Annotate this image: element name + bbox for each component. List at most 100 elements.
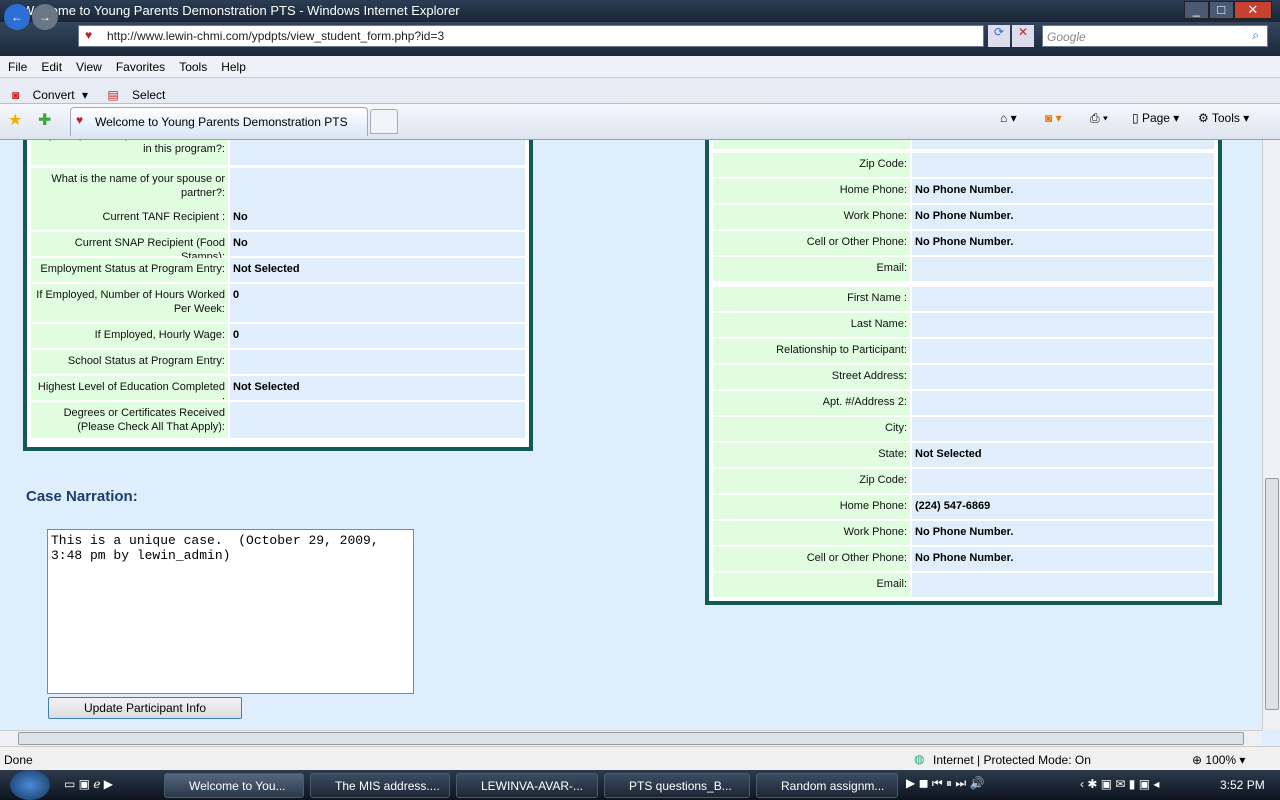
horizontal-scrollbar[interactable] <box>0 730 1262 746</box>
field-label: Last Name: <box>713 313 910 337</box>
field-label: What is the name of your spouse or partn… <box>31 168 228 206</box>
field-value: Not Selected <box>230 376 525 400</box>
search-input[interactable]: Google ⌕ <box>1042 25 1268 47</box>
field-label: Current TANF Recipient : <box>31 206 228 230</box>
field-value: 0 <box>230 284 525 322</box>
field-value: No <box>230 232 525 256</box>
field-value: Not Selected <box>912 443 1214 467</box>
tools-menu-button[interactable]: ⚙ Tools ▾ <box>1198 111 1249 125</box>
address-bar[interactable]: ♥ http://www.lewin-chmi.com/ypdpts/view_s… <box>78 25 984 47</box>
close-button[interactable]: ✕ <box>1233 1 1272 19</box>
tab-title: Welcome to Young Parents Demonstration P… <box>95 115 348 129</box>
field-value <box>912 469 1214 493</box>
field-label: Street Address: <box>713 365 910 389</box>
table-row: Zip Code: <box>713 153 1214 177</box>
menu-file[interactable]: File <box>0 56 33 74</box>
globe-icon: ◍ <box>914 752 925 766</box>
update-participant-info-button[interactable]: Update Participant Info <box>48 697 242 719</box>
table-row: Relationship to Participant: <box>713 339 1214 363</box>
add-favorite-icon[interactable]: ✚ <box>38 110 51 130</box>
vertical-scroll-thumb[interactable] <box>1265 478 1279 710</box>
vertical-scrollbar[interactable] <box>1262 140 1280 730</box>
menu-favorites[interactable]: Favorites <box>108 56 171 74</box>
field-value <box>912 287 1214 311</box>
table-row: Degrees or Certificates Received (Please… <box>31 402 525 438</box>
minimize-button[interactable]: _ <box>1184 1 1209 19</box>
home-button[interactable]: ⌂ ▾ <box>1000 111 1017 125</box>
title-bar: Welcome to Young Parents Demonstration P… <box>0 0 1280 22</box>
field-value <box>230 168 525 206</box>
field-label: Employment Status at Program Entry: <box>31 258 228 282</box>
search-placeholder: Google <box>1047 30 1086 44</box>
start-button[interactable] <box>10 770 50 800</box>
field-label: Cell or Other Phone: <box>713 547 910 571</box>
clock: 3:52 PM <box>1220 778 1265 792</box>
menu-bar: File Edit View Favorites Tools Help <box>0 56 1280 78</box>
forward-button[interactable]: → <box>32 4 58 30</box>
field-value: No <box>230 206 525 230</box>
field-value: Not Selected <box>230 258 525 282</box>
zoom-level[interactable]: ⊕ 100% ▾ <box>1192 753 1245 767</box>
url-text: http://www.lewin-chmi.com/ypdpts/view_st… <box>107 29 445 43</box>
contacts-table: State:Not SelectedZip Code:Home Phone:No… <box>705 140 1222 605</box>
taskbar-item-word1[interactable]: The MIS address.... <box>310 773 450 798</box>
new-tab-button[interactable] <box>370 109 398 134</box>
field-label: Degrees or Certificates Received (Please… <box>31 402 228 438</box>
taskbar-item-word3[interactable]: PTS questions_B... <box>604 773 750 798</box>
field-value <box>912 339 1214 363</box>
taskbar-item-folder[interactable]: Random assignm... <box>756 773 898 798</box>
table-row: Cell or Other Phone: No Phone Number. <box>713 231 1214 255</box>
system-tray-icons[interactable]: ‹ ✱ ▣ ✉ ▮ ▣ ◂ <box>1080 777 1159 791</box>
back-button[interactable]: ← <box>4 4 30 30</box>
menu-tools[interactable]: Tools <box>171 56 213 74</box>
field-label: Apt. #/Address 2: <box>713 391 910 415</box>
favicon-heart-icon: ♥ <box>85 28 93 42</box>
table-row: State:Not Selected <box>713 443 1214 467</box>
table-row: Email: <box>713 573 1214 597</box>
field-label: Home Phone: <box>713 495 910 519</box>
field-value <box>912 573 1214 597</box>
taskbar-item-word2[interactable]: LEWINVA-AVAR-... <box>456 773 598 798</box>
table-row: Current TANF Recipient : No <box>31 206 525 230</box>
media-player-controls[interactable]: ▶ ◼ ⏮ ⏸ ⏭ 🔊 <box>906 776 984 791</box>
horizontal-scroll-thumb[interactable] <box>18 732 1244 745</box>
field-label: Work Phone: <box>713 205 910 229</box>
taskbar-item-ie[interactable]: Welcome to You... <box>164 773 304 798</box>
menu-help[interactable]: Help <box>213 56 252 74</box>
select-button[interactable]: ▤ Select <box>95 78 173 102</box>
convert-button[interactable]: ◙ Convert ▾ <box>0 78 92 102</box>
taskbar: ▭ ▣ ℯ ▶ Welcome to You... The MIS addres… <box>0 770 1280 800</box>
command-bar: ◙ Convert ▾ ▤ Select <box>0 78 1280 104</box>
table-row: Work Phone: No Phone Number. <box>713 205 1214 229</box>
status-bar: Done ◍ Internet | Protected Mode: On ⊕ 1… <box>0 746 1280 770</box>
field-value <box>912 257 1214 281</box>
field-value: Yes <box>230 140 525 165</box>
field-label: City: <box>713 417 910 441</box>
tab-active[interactable]: ♥ Welcome to Young Parents Demonstration … <box>70 107 368 136</box>
page-menu-button[interactable]: ▯ Page ▾ <box>1132 111 1179 125</box>
field-value: No Phone Number. <box>912 521 1214 545</box>
refresh-button[interactable]: ⟳ <box>988 25 1010 47</box>
field-label: Email: <box>713 573 910 597</box>
quick-launch-icons[interactable]: ▭ ▣ ℯ ▶ <box>64 777 113 791</box>
stop-button[interactable]: ✕ <box>1012 25 1034 47</box>
field-value: No Phone Number. <box>912 547 1214 571</box>
field-value: 0 <box>230 324 525 348</box>
menu-view[interactable]: View <box>68 56 108 74</box>
table-row: Email: <box>713 257 1214 281</box>
case-narration-textarea[interactable]: This is a unique case. (October 29, 2009… <box>47 529 414 694</box>
participant-info-table: Is your spouse or partner also enrolled … <box>23 140 533 451</box>
print-button[interactable]: ⎙ ▾ <box>1090 111 1108 126</box>
table-row: City: <box>713 417 1214 441</box>
maximize-button[interactable]: □ <box>1208 1 1234 19</box>
field-label: Zip Code: <box>713 153 910 177</box>
favorites-star-icon[interactable]: ★ <box>8 110 22 130</box>
menu-edit[interactable]: Edit <box>33 56 68 74</box>
feeds-button[interactable]: ◙ ▾ <box>1045 111 1062 125</box>
table-row: Apt. #/Address 2: <box>713 391 1214 415</box>
favicon-heart-icon: ♥ <box>76 113 84 127</box>
table-row: School Status at Program Entry: <box>31 350 525 374</box>
search-icon[interactable]: ⌕ <box>1252 28 1259 43</box>
field-label: Current SNAP Recipient (Food Stamps): <box>31 232 228 263</box>
field-label: Is your spouse or partner also enrolled … <box>31 140 228 165</box>
